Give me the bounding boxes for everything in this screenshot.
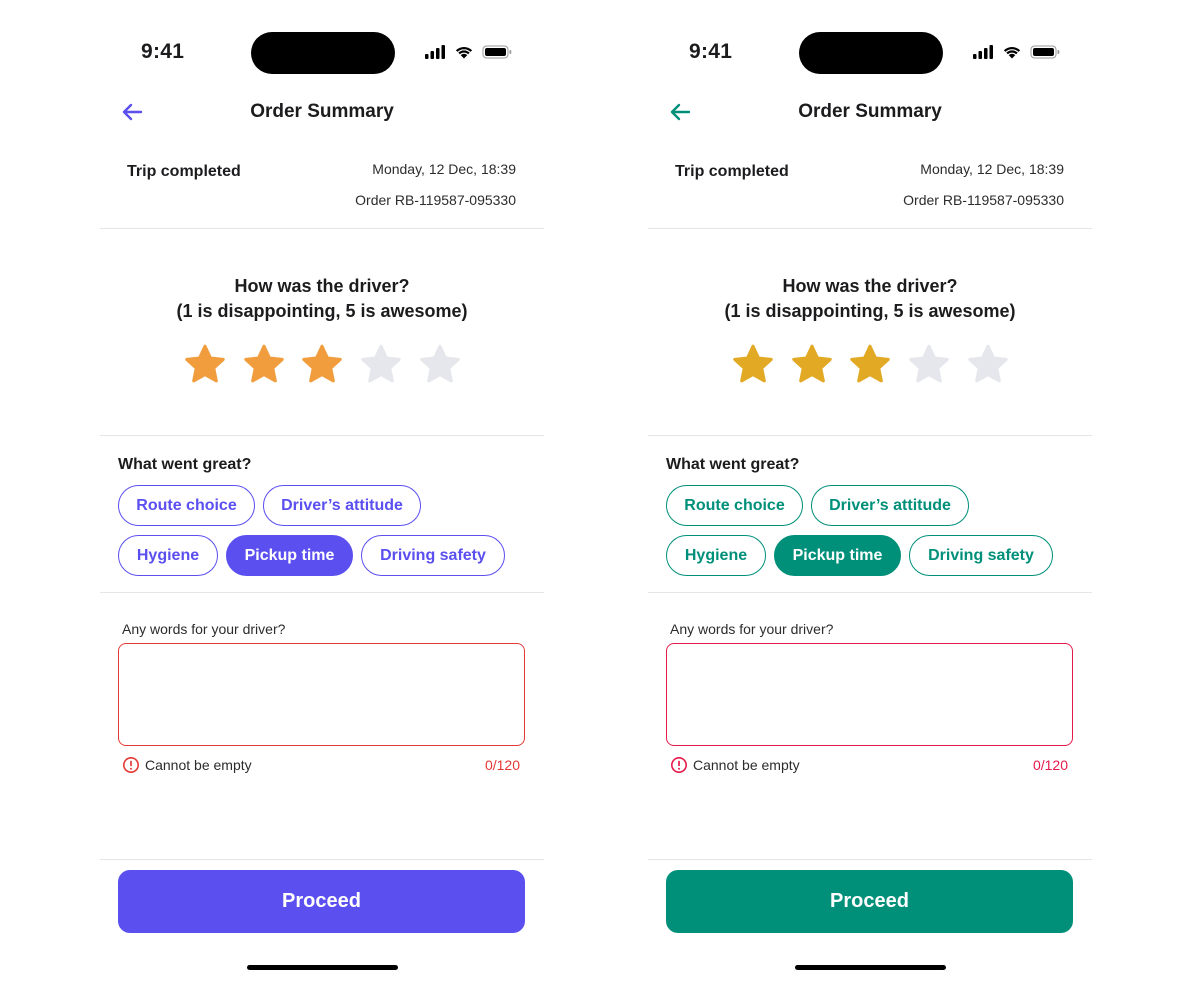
- divider: [648, 859, 1092, 860]
- character-counter: 0/120: [484, 757, 520, 773]
- divider: [648, 592, 1092, 593]
- status-time: 9:41: [689, 40, 733, 63]
- star-icon-4[interactable]: [358, 342, 404, 388]
- trip-date: Monday, 12 Dec, 18:39: [920, 161, 1064, 177]
- rating-question-line2: (1 is disappointing, 5 is awesome): [176, 301, 468, 321]
- chip-drivers-attitude[interactable]: Driver’s attitude: [263, 485, 421, 526]
- home-indicator: [247, 965, 398, 970]
- star-icon-2[interactable]: [789, 342, 835, 388]
- comment-label: Any words for your driver?: [122, 621, 286, 637]
- star-rating: [182, 342, 462, 390]
- star-icon-3[interactable]: [299, 342, 345, 388]
- star-icon-1[interactable]: [730, 342, 776, 388]
- cellular-signal-icon: [973, 45, 993, 59]
- chip-hygiene[interactable]: Hygiene: [666, 535, 766, 576]
- chip-drivers-attitude[interactable]: Driver’s attitude: [811, 485, 969, 526]
- error-message: Cannot be empty: [693, 757, 800, 773]
- proceed-button[interactable]: Proceed: [666, 870, 1073, 933]
- star-icon-3[interactable]: [847, 342, 893, 388]
- status-bar-icons: [425, 45, 512, 59]
- chip-pickup-time[interactable]: Pickup time: [226, 535, 353, 576]
- phone-screen-green: 9:41 Order Summary Trip completed Monday…: [648, 0, 1092, 1000]
- chip-hygiene[interactable]: Hygiene: [118, 535, 218, 576]
- character-counter: 0/120: [1032, 757, 1068, 773]
- star-icon-1[interactable]: [182, 342, 228, 388]
- divider: [100, 859, 544, 860]
- trip-status: Trip completed: [127, 163, 241, 180]
- comment-input[interactable]: [118, 643, 525, 746]
- status-bar-icons: [973, 45, 1060, 59]
- divider: [100, 592, 544, 593]
- chip-route-choice[interactable]: Route choice: [118, 485, 255, 526]
- comment-input[interactable]: [666, 643, 1073, 746]
- star-icon-2[interactable]: [241, 342, 287, 388]
- dynamic-island: [799, 32, 943, 74]
- page-title: Order Summary: [250, 101, 394, 122]
- chip-route-choice[interactable]: Route choice: [666, 485, 803, 526]
- proceed-button[interactable]: Proceed: [118, 870, 525, 933]
- divider: [648, 435, 1092, 436]
- trip-status: Trip completed: [675, 163, 789, 180]
- status-time: 9:41: [141, 40, 185, 63]
- battery-icon: [1030, 45, 1060, 59]
- dynamic-island: [251, 32, 395, 74]
- divider: [648, 228, 1092, 229]
- phone-screen-purple: 9:41 Order Summary Trip completed Monday…: [100, 0, 544, 1000]
- order-number: Order RB-119587-095330: [355, 192, 516, 208]
- battery-icon: [482, 45, 512, 59]
- alert-circle-icon: [123, 757, 139, 773]
- star-rating: [730, 342, 1010, 390]
- divider: [100, 228, 544, 229]
- rating-question-line1: How was the driver?: [234, 276, 410, 296]
- wifi-icon: [1003, 46, 1021, 59]
- rating-question: How was the driver? (1 is disappointing,…: [648, 274, 1092, 324]
- page-title: Order Summary: [798, 101, 942, 122]
- what-went-great-title: What went great?: [666, 456, 800, 473]
- star-icon-5[interactable]: [965, 342, 1011, 388]
- comment-label: Any words for your driver?: [670, 621, 834, 637]
- chip-driving-safety[interactable]: Driving safety: [361, 535, 505, 576]
- star-icon-5[interactable]: [417, 342, 463, 388]
- rating-question: How was the driver? (1 is disappointing,…: [100, 274, 544, 324]
- star-icon-4[interactable]: [906, 342, 952, 388]
- home-indicator: [795, 965, 946, 970]
- chip-driving-safety[interactable]: Driving safety: [909, 535, 1053, 576]
- cellular-signal-icon: [425, 45, 445, 59]
- divider: [100, 435, 544, 436]
- alert-circle-icon: [671, 757, 687, 773]
- trip-date: Monday, 12 Dec, 18:39: [372, 161, 516, 177]
- error-message: Cannot be empty: [145, 757, 252, 773]
- rating-question-line1: How was the driver?: [782, 276, 958, 296]
- order-number: Order RB-119587-095330: [903, 192, 1064, 208]
- wifi-icon: [455, 46, 473, 59]
- what-went-great-title: What went great?: [118, 456, 252, 473]
- rating-question-line2: (1 is disappointing, 5 is awesome): [724, 301, 1016, 321]
- chip-pickup-time[interactable]: Pickup time: [774, 535, 901, 576]
